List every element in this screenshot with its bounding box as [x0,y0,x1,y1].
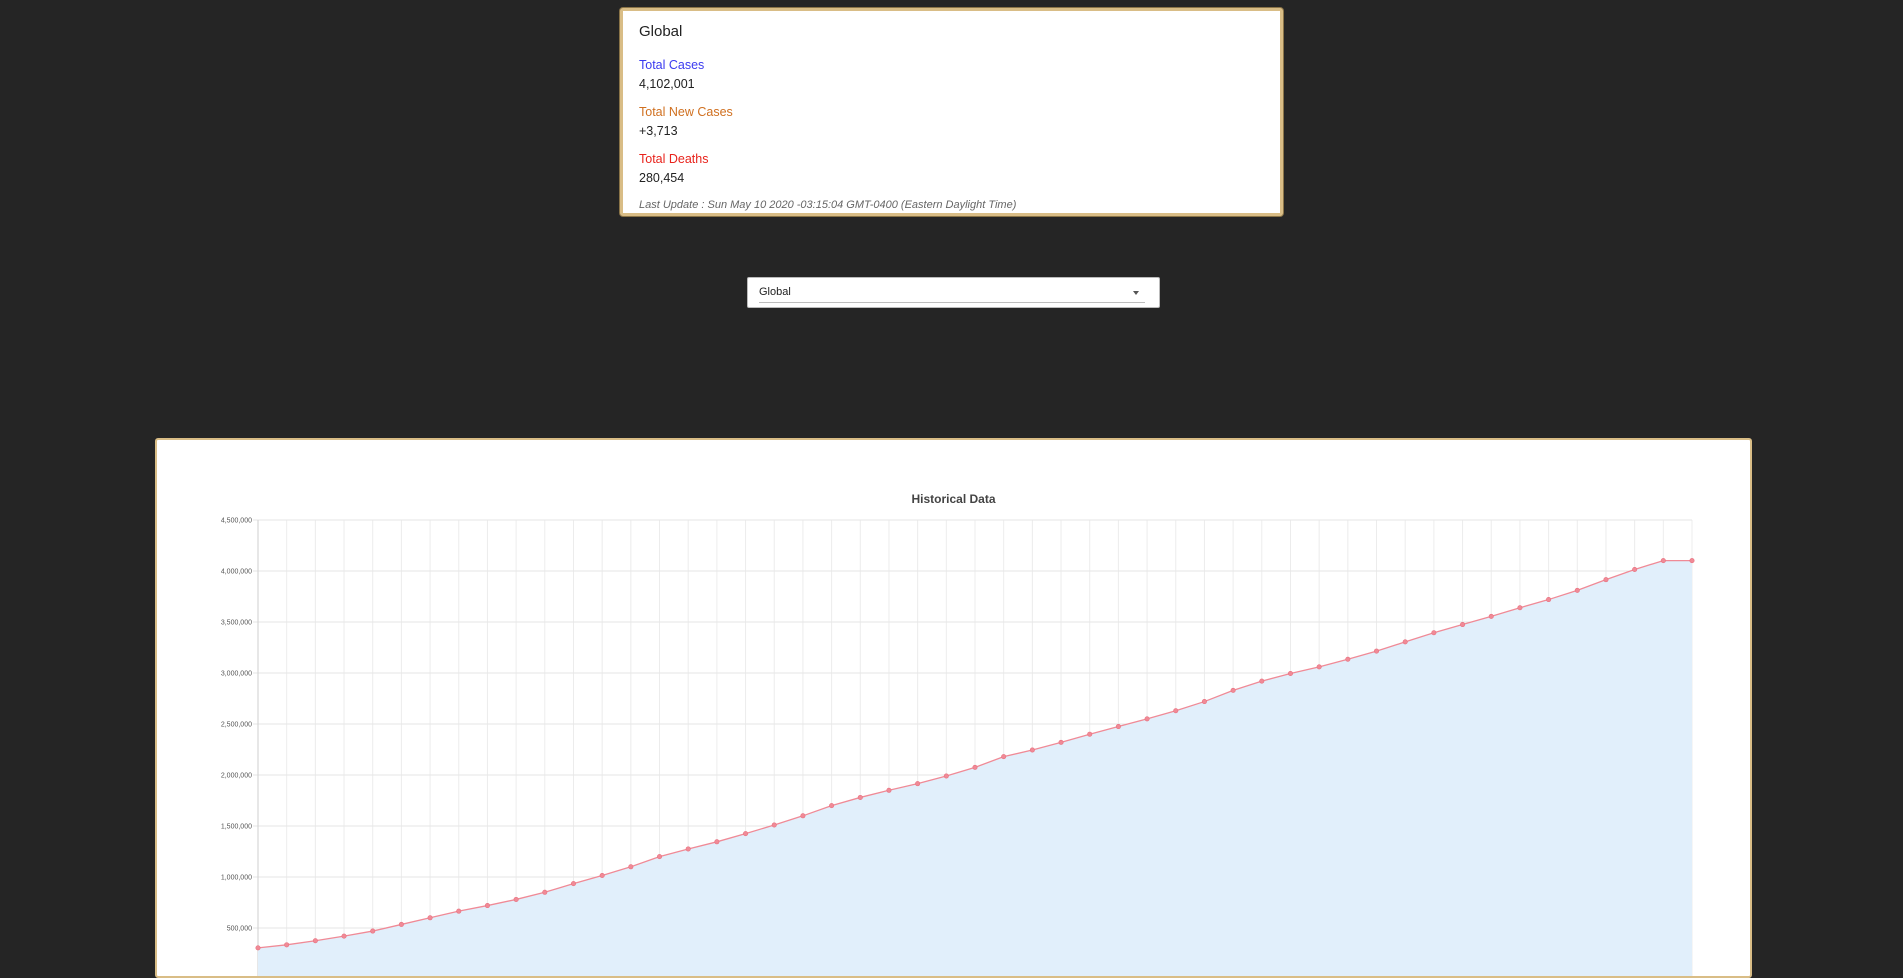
y-tick-label: 3,000,000 [221,671,252,678]
data-point [513,896,519,902]
data-point [714,839,720,845]
data-point [1460,622,1466,628]
data-point [1689,558,1695,564]
data-point [1488,613,1494,619]
data-point [1115,724,1121,730]
y-tick-label: 1,000,000 [221,875,252,882]
historical-chart-card: Historical Data 500,000 1,000,000 1,500,00… [155,438,1752,978]
data-point [1144,716,1150,722]
data-point [829,803,835,809]
data-point [857,794,863,800]
data-point [427,915,433,921]
data-point [312,938,318,944]
total-new-cases-value: +3,713 [639,124,678,138]
y-tick-label: 3,500,000 [221,620,252,627]
total-deaths-label: Total Deaths [639,152,709,166]
data-point [685,846,691,852]
country-select-value: Global [759,286,791,298]
total-deaths-value: 280,454 [639,171,685,185]
data-point [1287,671,1293,677]
data-point [657,854,663,860]
data-point [1259,678,1265,684]
chevron-down-icon[interactable] [1133,291,1139,295]
data-point [800,813,806,819]
data-point [1230,687,1236,693]
y-tick-label: 4,000,000 [221,569,252,576]
data-point [943,773,949,779]
data-point [255,945,261,951]
total-new-cases-label: Total New Cases [639,105,733,119]
data-point [1316,664,1322,670]
y-tick-label: 4,500,000 [221,518,252,525]
data-point [1001,754,1007,760]
data-point [341,933,347,939]
total-cases-value: 4,102,001 [639,77,695,91]
data-point [1058,739,1064,745]
data-point [599,872,605,878]
data-point [456,908,462,914]
data-point [771,822,777,828]
data-point [628,864,634,870]
data-point [1345,656,1351,662]
data-point [743,831,749,837]
data-point [1517,605,1523,611]
stats-title: Global [639,23,683,40]
y-tick-label: 500,000 [227,926,252,933]
data-point [1374,648,1380,654]
data-point [1603,577,1609,583]
data-point [1029,747,1035,753]
data-point [915,781,921,787]
data-point [542,889,548,895]
y-tick-label: 2,500,000 [221,722,252,729]
last-update-text: Last Update : Sun May 10 2020 -03:15:04 … [639,199,1017,211]
data-point [1402,639,1408,645]
data-point [972,764,978,770]
global-stats-card: Global Total Cases 4,102,001 Total New C… [620,8,1283,216]
total-cases-label: Total Cases [639,58,705,72]
country-select[interactable]: Global [747,277,1160,308]
historical-chart: 500,000 1,000,000 1,500,000 2,000,000 2,500,… [221,518,1695,976]
y-tick-label: 2,000,000 [221,773,252,780]
data-point [1087,731,1093,737]
data-point [284,942,290,948]
data-point [1173,708,1179,714]
data-point [1632,566,1638,572]
data-point [1546,597,1552,603]
data-point [398,921,404,927]
data-point [1574,587,1580,593]
data-point [570,881,576,887]
data-point [1431,630,1437,636]
data-point [1660,558,1666,564]
data-point [370,928,376,934]
data-point [484,903,490,909]
data-point [886,787,892,793]
y-tick-label: 1,500,000 [221,824,252,831]
data-point [1201,699,1207,705]
country-select-field[interactable]: Global [759,284,1145,303]
